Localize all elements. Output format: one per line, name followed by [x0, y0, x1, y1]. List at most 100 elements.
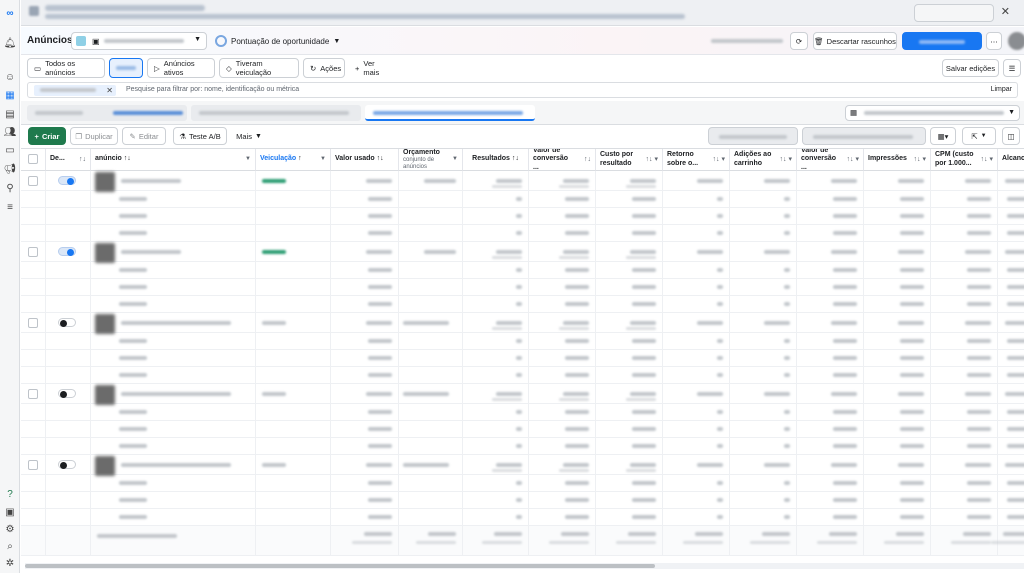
col-header-ad[interactable]: anúncio ↑↓ ▼ — [91, 149, 256, 171]
save-edits-button[interactable]: Salvar edições — [942, 59, 999, 77]
table-subrow[interactable] — [21, 475, 1024, 492]
ads-megaphone-icon[interactable]: 📢︎ — [3, 162, 17, 176]
business-tools-icon[interactable]: ⚲ — [3, 181, 17, 195]
table-subrow[interactable] — [21, 367, 1024, 384]
table-cell[interactable] — [21, 208, 46, 225]
table-cell[interactable] — [21, 279, 46, 296]
customize-view-button[interactable]: ☰ — [1003, 59, 1021, 77]
table-subrow[interactable] — [21, 404, 1024, 421]
table-cell[interactable] — [21, 296, 46, 313]
ad-toggle[interactable] — [58, 318, 76, 327]
create-button[interactable]: + Criar — [28, 127, 66, 145]
table-subrow[interactable] — [21, 333, 1024, 350]
scrollbar-thumb[interactable] — [25, 564, 655, 568]
table-row[interactable] — [21, 171, 1024, 192]
table-subrow[interactable] — [21, 208, 1024, 225]
col-header-cpm[interactable]: CPM (custo por 1.000... ↑↓ ▾ — [931, 149, 998, 171]
breakdown-dropdown[interactable] — [708, 127, 798, 145]
col-header-conv-value-2[interactable]: Valor de conversão ... ↑↓ ▾ — [797, 149, 864, 171]
notifications-icon[interactable]: 🔔︎ — [3, 36, 17, 50]
ad-toggle[interactable] — [58, 176, 76, 185]
feedback-icon[interactable]: ▣ — [3, 505, 17, 519]
table-cell[interactable] — [46, 455, 91, 475]
table-cell[interactable] — [21, 438, 46, 455]
ad-name[interactable] — [121, 463, 231, 467]
col-header-conv-value[interactable]: Valor de conversão ... ↑↓ — [529, 149, 596, 171]
table-subrow[interactable] — [21, 191, 1024, 208]
table-subrow[interactable] — [21, 350, 1024, 367]
search-icon[interactable]: ⌕ — [3, 539, 17, 553]
ad-name[interactable] — [121, 321, 231, 325]
reports-dropdown[interactable]: ▦▾ — [930, 127, 956, 145]
table-row[interactable] — [21, 313, 1024, 334]
ad-name[interactable] — [121, 179, 181, 183]
row-checkbox[interactable] — [28, 176, 38, 186]
table-subrow[interactable] — [21, 421, 1024, 438]
tab-ad-sets[interactable] — [191, 105, 361, 121]
table-cell[interactable] — [21, 404, 46, 421]
bug-report-icon[interactable]: ✲ — [3, 556, 17, 570]
table-cell[interactable] — [21, 171, 46, 191]
table-cell[interactable] — [46, 367, 91, 384]
menu-icon[interactable]: ≡ — [3, 200, 17, 214]
table-cell[interactable] — [46, 279, 91, 296]
date-range-picker[interactable]: ▦ ▼ — [845, 105, 1020, 121]
search-input[interactable]: Pesquise para filtrar por: nome, identif… — [126, 86, 299, 93]
table-cell[interactable] — [46, 526, 91, 556]
campaigns-grid-icon[interactable]: ▦ — [3, 88, 17, 102]
ab-test-button[interactable]: ⚗ Teste A/B — [173, 127, 227, 145]
table-cell[interactable] — [21, 242, 46, 262]
table-subrow[interactable] — [21, 492, 1024, 509]
table-subrow[interactable] — [21, 225, 1024, 242]
table-cell[interactable] — [46, 208, 91, 225]
tab-had-delivery[interactable]: ◇ Tiveram veiculação — [219, 58, 299, 78]
col-header-toggle[interactable]: De... ↑↓ — [46, 149, 91, 171]
col-header-results[interactable]: Resultados ↑↓ — [463, 149, 529, 171]
table-cell[interactable] — [46, 191, 91, 208]
edit-button[interactable]: ✎ Editar — [122, 127, 166, 145]
more-options-button[interactable]: ⋯ — [986, 32, 1002, 50]
review-publish-button[interactable] — [902, 32, 982, 50]
help-icon[interactable]: ? — [3, 487, 17, 501]
table-cell[interactable] — [46, 404, 91, 421]
close-icon[interactable]: ✕ — [1001, 5, 1010, 18]
horizontal-scrollbar[interactable] — [25, 563, 1024, 569]
duplicate-button[interactable]: ❐ Duplicar — [70, 127, 118, 145]
table-row[interactable] — [21, 455, 1024, 476]
search-filter-bar[interactable]: ✕ Pesquise para filtrar por: nome, ident… — [27, 82, 1018, 98]
row-checkbox[interactable] — [28, 389, 38, 399]
totals-row[interactable] — [21, 526, 1024, 556]
charts-button[interactable]: ◫ — [1002, 127, 1020, 145]
table-cell[interactable] — [21, 225, 46, 242]
table-cell[interactable] — [46, 171, 91, 191]
reports-icon[interactable]: ▤ — [3, 107, 17, 121]
discard-drafts-button[interactable]: 🗑︎ Descartar rascunhos — [813, 32, 897, 50]
table-subrow[interactable] — [21, 509, 1024, 526]
col-header-spent[interactable]: Valor usado ↑↓ — [331, 149, 399, 171]
table-cell[interactable] — [21, 191, 46, 208]
table-cell[interactable] — [21, 333, 46, 350]
table-cell[interactable] — [46, 421, 91, 438]
row-checkbox[interactable] — [28, 460, 38, 470]
table-cell[interactable] — [46, 492, 91, 509]
table-cell[interactable] — [46, 242, 91, 262]
tab-campaigns[interactable] — [27, 105, 187, 121]
table-cell[interactable] — [21, 475, 46, 492]
table-row[interactable] — [21, 242, 1024, 263]
close-icon[interactable]: ✕ — [106, 86, 113, 95]
col-header-budget[interactable]: Orçamento conjunto de anúncios ▼ — [399, 149, 463, 171]
billing-icon[interactable]: ▭ — [3, 143, 17, 157]
select-all-checkbox[interactable] — [28, 154, 38, 164]
table-cell[interactable] — [21, 455, 46, 475]
col-header-add-cart[interactable]: Adições ao carrinho ↑↓ ▾ — [730, 149, 797, 171]
table-subrow[interactable] — [21, 438, 1024, 455]
table-cell[interactable] — [46, 333, 91, 350]
export-dropdown[interactable]: ⇱ ▼ — [962, 127, 996, 145]
table-cell[interactable] — [21, 384, 46, 404]
table-cell[interactable] — [21, 526, 46, 556]
table-cell[interactable] — [46, 384, 91, 404]
col-header-cost-result[interactable]: Custo por resultado ↑↓ ▾ — [596, 149, 663, 171]
columns-dropdown[interactable] — [802, 127, 926, 145]
avatar[interactable] — [1008, 32, 1024, 50]
tab-all-ads[interactable]: ▭ Todos os anúncios — [27, 58, 105, 78]
